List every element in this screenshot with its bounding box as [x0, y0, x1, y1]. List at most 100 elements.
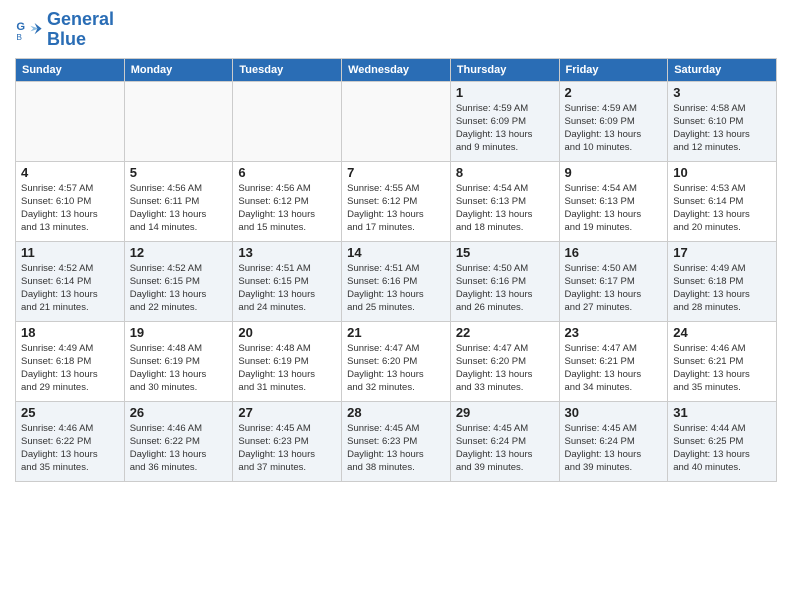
day-number: 25 [21, 405, 119, 420]
col-header-tuesday: Tuesday [233, 58, 342, 81]
calendar-week-1: 1 Sunrise: 4:59 AM Sunset: 6:09 PM Daylig… [16, 81, 777, 161]
day-number: 26 [130, 405, 228, 420]
logo: G B General Blue [15, 10, 114, 50]
calendar-cell: 17Sunrise: 4:49 AM Sunset: 6:18 PM Dayli… [668, 241, 777, 321]
day-number: 28 [347, 405, 445, 420]
day-number: 9 [565, 165, 663, 180]
day-number: 11 [21, 245, 119, 260]
day-info: Sunrise: 4:45 AM Sunset: 6:24 PM Dayligh… [456, 422, 554, 475]
col-header-thursday: Thursday [450, 58, 559, 81]
day-info: Sunrise: 4:46 AM Sunset: 6:22 PM Dayligh… [130, 422, 228, 475]
day-number: 12 [130, 245, 228, 260]
day-number: 1 [456, 85, 554, 100]
calendar-cell [16, 81, 125, 161]
calendar-week-2: 4 Sunrise: 4:57 AM Sunset: 6:10 PM Daylig… [16, 161, 777, 241]
day-number: 18 [21, 325, 119, 340]
day-number: 10 [673, 165, 771, 180]
day-number: 8 [456, 165, 554, 180]
calendar-cell: 28 Sunrise: 4:45 AM Sunset: 6:23 PM Dayli… [342, 401, 451, 481]
day-info: Sunrise: 4:59 AM Sunset: 6:09 PM Dayligh… [456, 102, 554, 155]
day-info: Sunrise: 4:54 AM Sunset: 6:13 PM Dayligh… [456, 182, 554, 235]
day-number: 6 [238, 165, 336, 180]
calendar-cell: 14 Sunrise: 4:51 AM Sunset: 6:16 PM Dayli… [342, 241, 451, 321]
calendar-cell: 15 Sunrise: 4:50 AM Sunset: 6:16 PM Dayli… [450, 241, 559, 321]
calendar-cell [342, 81, 451, 161]
day-info: Sunrise: 4:47 AM Sunset: 6:20 PM Dayligh… [347, 342, 445, 395]
day-number: 15 [456, 245, 554, 260]
day-info: Sunrise: 4:48 AM Sunset: 6:19 PM Dayligh… [238, 342, 336, 395]
day-info: Sunrise: 4:49 AM Sunset: 6:18 PM Dayligh… [21, 342, 119, 395]
logo-icon: G B [15, 16, 43, 44]
calendar-cell: 12 Sunrise: 4:52 AM Sunset: 6:15 PM Dayli… [124, 241, 233, 321]
calendar-cell: 20 Sunrise: 4:48 AM Sunset: 6:19 PM Dayli… [233, 321, 342, 401]
day-info: Sunrise: 4:50 AM Sunset: 6:17 PM Dayligh… [565, 262, 663, 315]
page-header: G B General Blue [15, 10, 777, 50]
calendar-cell: 5 Sunrise: 4:56 AM Sunset: 6:11 PM Daylig… [124, 161, 233, 241]
day-info: Sunrise: 4:51 AM Sunset: 6:16 PM Dayligh… [347, 262, 445, 315]
calendar-cell: 1 Sunrise: 4:59 AM Sunset: 6:09 PM Daylig… [450, 81, 559, 161]
calendar-cell: 19 Sunrise: 4:48 AM Sunset: 6:19 PM Dayli… [124, 321, 233, 401]
col-header-monday: Monday [124, 58, 233, 81]
day-info: Sunrise: 4:51 AM Sunset: 6:15 PM Dayligh… [238, 262, 336, 315]
calendar-cell: 11 Sunrise: 4:52 AM Sunset: 6:14 PM Dayli… [16, 241, 125, 321]
calendar-cell: 26 Sunrise: 4:46 AM Sunset: 6:22 PM Dayli… [124, 401, 233, 481]
col-header-saturday: Saturday [668, 58, 777, 81]
day-number: 13 [238, 245, 336, 260]
day-number: 7 [347, 165, 445, 180]
day-info: Sunrise: 4:46 AM Sunset: 6:22 PM Dayligh… [21, 422, 119, 475]
day-info: Sunrise: 4:52 AM Sunset: 6:15 PM Dayligh… [130, 262, 228, 315]
day-number: 5 [130, 165, 228, 180]
svg-text:B: B [16, 32, 22, 42]
day-number: 31 [673, 405, 771, 420]
day-number: 24 [673, 325, 771, 340]
calendar-cell: 29 Sunrise: 4:45 AM Sunset: 6:24 PM Dayli… [450, 401, 559, 481]
calendar-week-4: 18 Sunrise: 4:49 AM Sunset: 6:18 PM Dayli… [16, 321, 777, 401]
day-info: Sunrise: 4:47 AM Sunset: 6:21 PM Dayligh… [565, 342, 663, 395]
day-number: 29 [456, 405, 554, 420]
calendar-cell: 21 Sunrise: 4:47 AM Sunset: 6:20 PM Dayli… [342, 321, 451, 401]
calendar-cell: 23Sunrise: 4:47 AM Sunset: 6:21 PM Dayli… [559, 321, 668, 401]
calendar-cell: 18 Sunrise: 4:49 AM Sunset: 6:18 PM Dayli… [16, 321, 125, 401]
calendar-cell: 6 Sunrise: 4:56 AM Sunset: 6:12 PM Daylig… [233, 161, 342, 241]
day-info: Sunrise: 4:55 AM Sunset: 6:12 PM Dayligh… [347, 182, 445, 235]
logo-text-line1: General [47, 10, 114, 30]
day-info: Sunrise: 4:49 AM Sunset: 6:18 PM Dayligh… [673, 262, 771, 315]
calendar-cell [233, 81, 342, 161]
calendar-cell: 4 Sunrise: 4:57 AM Sunset: 6:10 PM Daylig… [16, 161, 125, 241]
calendar-cell: 31Sunrise: 4:44 AM Sunset: 6:25 PM Dayli… [668, 401, 777, 481]
day-info: Sunrise: 4:56 AM Sunset: 6:11 PM Dayligh… [130, 182, 228, 235]
day-number: 20 [238, 325, 336, 340]
calendar-week-3: 11 Sunrise: 4:52 AM Sunset: 6:14 PM Dayli… [16, 241, 777, 321]
day-number: 3 [673, 85, 771, 100]
calendar-cell: 2 Sunrise: 4:59 AM Sunset: 6:09 PM Daylig… [559, 81, 668, 161]
day-info: Sunrise: 4:46 AM Sunset: 6:21 PM Dayligh… [673, 342, 771, 395]
logo-text-line2: Blue [47, 30, 114, 50]
day-number: 16 [565, 245, 663, 260]
calendar-header-row: SundayMondayTuesdayWednesdayThursdayFrid… [16, 58, 777, 81]
day-info: Sunrise: 4:54 AM Sunset: 6:13 PM Dayligh… [565, 182, 663, 235]
calendar-cell: 8 Sunrise: 4:54 AM Sunset: 6:13 PM Daylig… [450, 161, 559, 241]
day-info: Sunrise: 4:45 AM Sunset: 6:23 PM Dayligh… [238, 422, 336, 475]
day-info: Sunrise: 4:48 AM Sunset: 6:19 PM Dayligh… [130, 342, 228, 395]
day-number: 19 [130, 325, 228, 340]
calendar-week-5: 25 Sunrise: 4:46 AM Sunset: 6:22 PM Dayli… [16, 401, 777, 481]
day-info: Sunrise: 4:56 AM Sunset: 6:12 PM Dayligh… [238, 182, 336, 235]
calendar-cell [124, 81, 233, 161]
day-info: Sunrise: 4:57 AM Sunset: 6:10 PM Dayligh… [21, 182, 119, 235]
col-header-sunday: Sunday [16, 58, 125, 81]
day-number: 2 [565, 85, 663, 100]
day-info: Sunrise: 4:52 AM Sunset: 6:14 PM Dayligh… [21, 262, 119, 315]
day-info: Sunrise: 4:45 AM Sunset: 6:24 PM Dayligh… [565, 422, 663, 475]
calendar-cell: 9 Sunrise: 4:54 AM Sunset: 6:13 PM Daylig… [559, 161, 668, 241]
day-info: Sunrise: 4:50 AM Sunset: 6:16 PM Dayligh… [456, 262, 554, 315]
day-number: 27 [238, 405, 336, 420]
day-number: 4 [21, 165, 119, 180]
day-number: 21 [347, 325, 445, 340]
day-info: Sunrise: 4:45 AM Sunset: 6:23 PM Dayligh… [347, 422, 445, 475]
calendar-table: SundayMondayTuesdayWednesdayThursdayFrid… [15, 58, 777, 482]
day-info: Sunrise: 4:59 AM Sunset: 6:09 PM Dayligh… [565, 102, 663, 155]
day-info: Sunrise: 4:47 AM Sunset: 6:20 PM Dayligh… [456, 342, 554, 395]
calendar-cell: 10Sunrise: 4:53 AM Sunset: 6:14 PM Dayli… [668, 161, 777, 241]
day-number: 14 [347, 245, 445, 260]
calendar-cell: 22Sunrise: 4:47 AM Sunset: 6:20 PM Dayli… [450, 321, 559, 401]
